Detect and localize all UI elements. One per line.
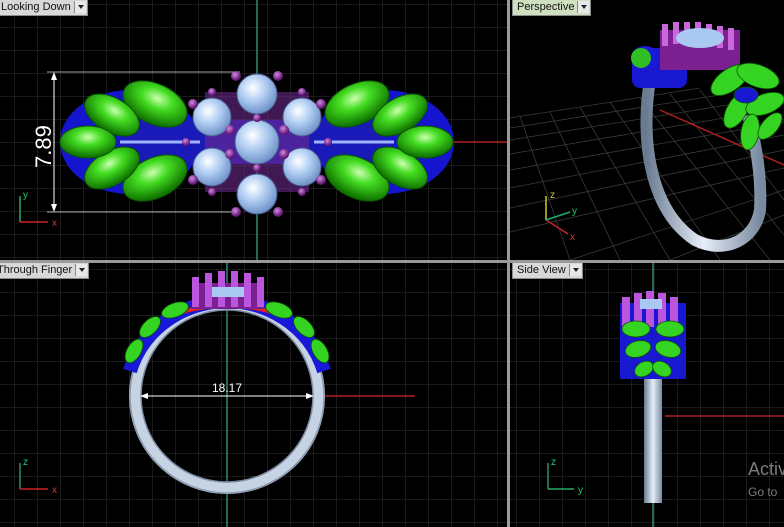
chevron-down-icon[interactable] [577,1,590,13]
tab-through-finger[interactable]: Through Finger [0,263,90,279]
perspective-view-canvas: z y x [510,0,784,260]
tab-perspective[interactable]: Perspective [512,0,592,16]
viewport-title: Looking Down [1,1,71,13]
chevron-down-icon[interactable] [568,264,581,276]
ring-shank [644,363,662,503]
axis-z-label: z [551,457,556,468]
axis-y-label: y [23,190,28,201]
viewport-title: Through Finger [0,264,73,276]
side-view-canvas: z y [510,263,784,527]
axis-x-label: x [570,232,575,243]
front-view-canvas: 18.17 z x [0,263,507,527]
chevron-down-icon[interactable] [73,1,86,13]
chevron-down-icon[interactable] [75,264,88,276]
viewport-side-view[interactable]: z y Side View Activ Go to [510,263,784,527]
axis-y-label: y [572,206,577,217]
viewport-perspective[interactable]: z y x Perspective [510,0,784,260]
axis-x-label: x [52,218,57,229]
axis-x-label: x [52,485,57,496]
axis-z-label: z [23,457,28,468]
top-view-canvas: 7.89 y x [0,0,507,260]
dimension-label-18.17: 18.17 [212,381,242,395]
tab-side-view[interactable]: Side View [512,263,583,279]
tab-looking-down[interactable]: Looking Down [0,0,88,16]
axis-y-label: y [578,485,583,496]
activation-watermark-line1: Activ [748,459,784,479]
axis-z-label: z [550,190,555,201]
viewport-title: Perspective [517,1,575,13]
viewport-through-finger[interactable]: 18.17 z x Through Finger [0,263,507,527]
dimension-label-7.89: 7.89 [31,125,56,168]
activation-watermark-line2: Go to [748,485,778,499]
viewport-looking-down[interactable]: 7.89 y x Looking Down [0,0,507,260]
viewport-title: Side View [517,264,566,276]
